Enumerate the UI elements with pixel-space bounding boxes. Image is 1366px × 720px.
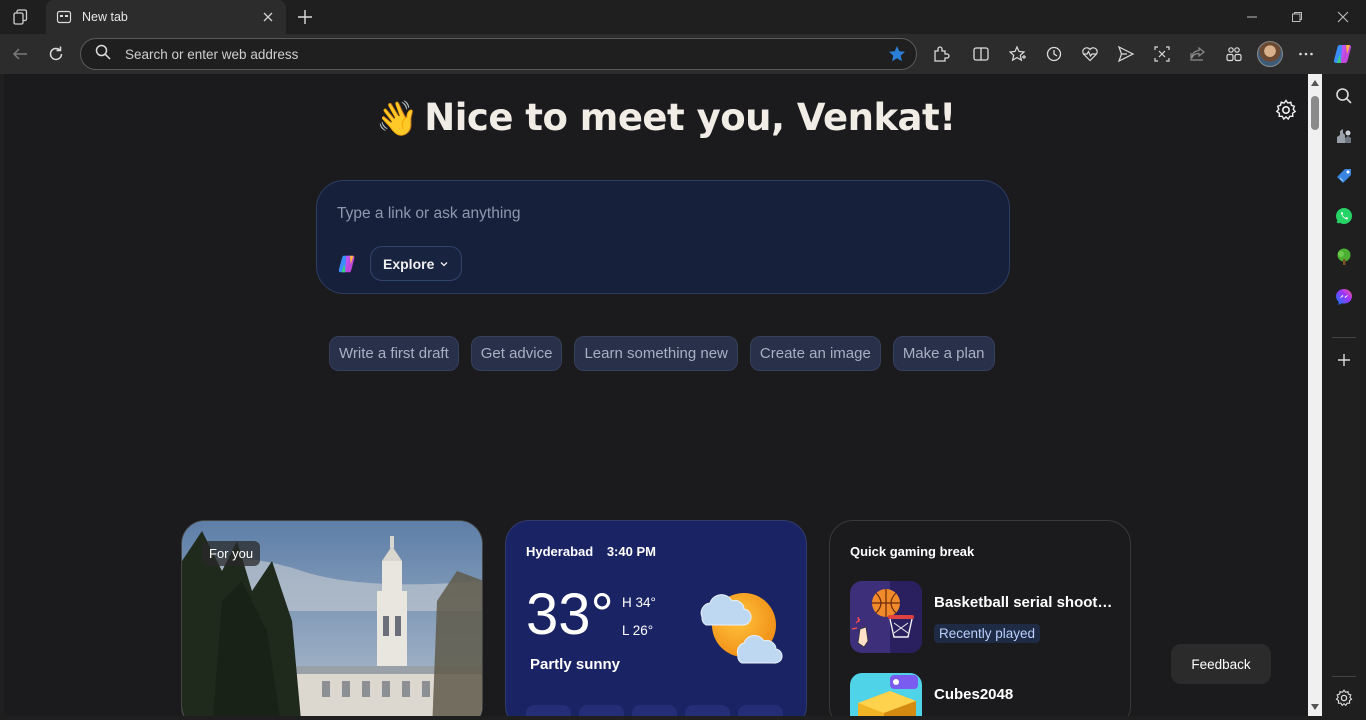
favorites-icon[interactable] (1005, 41, 1031, 67)
game-item[interactable]: Cubes2048 (850, 673, 1120, 716)
title-bar: New tab (0, 0, 1366, 34)
sidebar-messenger-icon[interactable] (1332, 285, 1356, 309)
game-name: Cubes2048 (934, 686, 1014, 703)
weather-condition: Partly sunny (530, 656, 621, 673)
sidebar-settings-gear-icon[interactable] (1332, 686, 1356, 710)
gaming-card[interactable]: Quick gaming break Basketball serial sho… (829, 520, 1131, 716)
explore-dropdown-button[interactable]: Explore (370, 246, 463, 281)
recently-played-badge: Recently played (934, 624, 1041, 643)
greeting-heading: 👋 Nice to meet you, Venkat! (4, 96, 1308, 139)
favorite-star-icon[interactable] (888, 45, 906, 63)
restore-button[interactable] (1283, 6, 1311, 28)
weather-time: 3:40 PM (606, 544, 656, 559)
chip-get-advice[interactable]: Get advice (470, 336, 563, 371)
cubes2048-game-thumbnail (850, 673, 922, 716)
sidebar-shopping-tag-icon[interactable] (1332, 164, 1356, 188)
chevron-down-icon (439, 256, 449, 272)
greeting-text: Nice to meet you, Venkat! (424, 96, 956, 139)
profile-avatar[interactable] (1257, 41, 1283, 67)
waving-hand-icon: 👋 (376, 99, 419, 139)
suggestion-chips: Write a first draft Get advice Learn som… (329, 336, 995, 371)
weather-high: H 34° (622, 595, 656, 610)
new-tab-page-icon (56, 9, 72, 25)
for-you-badge: For you (202, 541, 261, 566)
sidebar-add-icon[interactable] (1332, 348, 1356, 372)
workspaces-icon[interactable] (1221, 41, 1247, 67)
refresh-button[interactable] (43, 41, 69, 67)
sidebar-search-icon[interactable] (1332, 84, 1356, 108)
weather-forecast-strip (526, 705, 783, 716)
screenshot-icon[interactable] (1149, 41, 1175, 67)
browser-essentials-icon[interactable] (1077, 41, 1103, 67)
forecast-slot (685, 705, 730, 716)
more-options-icon[interactable] (1293, 41, 1319, 67)
navigation-toolbar (0, 34, 1366, 74)
weather-low: L 26° (622, 623, 654, 638)
forecast-slot (526, 705, 571, 716)
split-screen-icon[interactable] (968, 41, 994, 67)
bottom-frame (0, 716, 1322, 720)
explore-label: Explore (383, 255, 435, 272)
weather-card[interactable]: Hyderabad 3:40 PM 33° H 34° L 26° Partly… (505, 520, 807, 716)
weather-header: Hyderabad 3:40 PM (526, 544, 656, 559)
history-icon[interactable] (1041, 41, 1067, 67)
minimize-button[interactable] (1238, 6, 1266, 28)
search-icon (95, 44, 111, 65)
extensions-icon[interactable] (928, 41, 954, 67)
right-sidebar (1322, 74, 1366, 720)
send-icon[interactable] (1113, 41, 1139, 67)
sidebar-divider (1332, 337, 1356, 338)
tab-actions-icon[interactable] (8, 6, 34, 28)
forecast-slot (632, 705, 677, 716)
chip-make-a-plan[interactable]: Make a plan (892, 336, 995, 371)
for-you-card[interactable]: For you (181, 520, 483, 716)
tab-new-tab[interactable]: New tab (46, 0, 286, 34)
address-input[interactable] (125, 46, 865, 62)
tab-title: New tab (82, 10, 128, 24)
sidebar-divider (1332, 676, 1356, 677)
close-window-button[interactable] (1329, 6, 1357, 28)
sidebar-whatsapp-icon[interactable] (1332, 204, 1356, 228)
forecast-slot (738, 705, 783, 716)
forecast-slot (579, 705, 624, 716)
scroll-thumb[interactable] (1311, 96, 1319, 130)
new-tab-page: 👋Nice to meet you, Venkat! Explore Write… (4, 74, 1308, 716)
sidebar-games-icon[interactable] (1332, 124, 1356, 148)
sidebar-tree-icon[interactable] (1332, 245, 1356, 269)
gaming-card-title: Quick gaming break (850, 544, 975, 559)
weather-temperature: 33° (526, 582, 614, 647)
game-name: Basketball serial shoot… (934, 594, 1113, 611)
scroll-up-arrow-icon[interactable] (1311, 80, 1319, 86)
new-tab-button[interactable] (292, 4, 318, 30)
chip-learn-something-new[interactable]: Learn something new (574, 336, 738, 371)
weather-city: Hyderabad (526, 544, 594, 559)
chip-write-a-first-draft[interactable]: Write a first draft (329, 336, 459, 371)
chip-create-an-image[interactable]: Create an image (749, 336, 881, 371)
copilot-icon[interactable] (1331, 41, 1357, 67)
page-scrollbar[interactable] (1308, 74, 1322, 716)
game-item[interactable]: Basketball serial shoot… Recently played (850, 581, 1120, 653)
share-icon[interactable] (1185, 41, 1211, 67)
copilot-logo-icon (337, 253, 359, 275)
feedback-button[interactable]: Feedback (1171, 644, 1271, 684)
scroll-down-arrow-icon[interactable] (1311, 704, 1319, 710)
copilot-ask-box[interactable]: Explore (316, 180, 1010, 294)
close-tab-icon[interactable] (260, 9, 276, 25)
back-button[interactable] (7, 41, 33, 67)
address-bar[interactable] (80, 38, 917, 70)
partly-sunny-icon (700, 593, 783, 664)
basketball-game-thumbnail (850, 581, 922, 653)
ask-input[interactable] (337, 205, 977, 223)
